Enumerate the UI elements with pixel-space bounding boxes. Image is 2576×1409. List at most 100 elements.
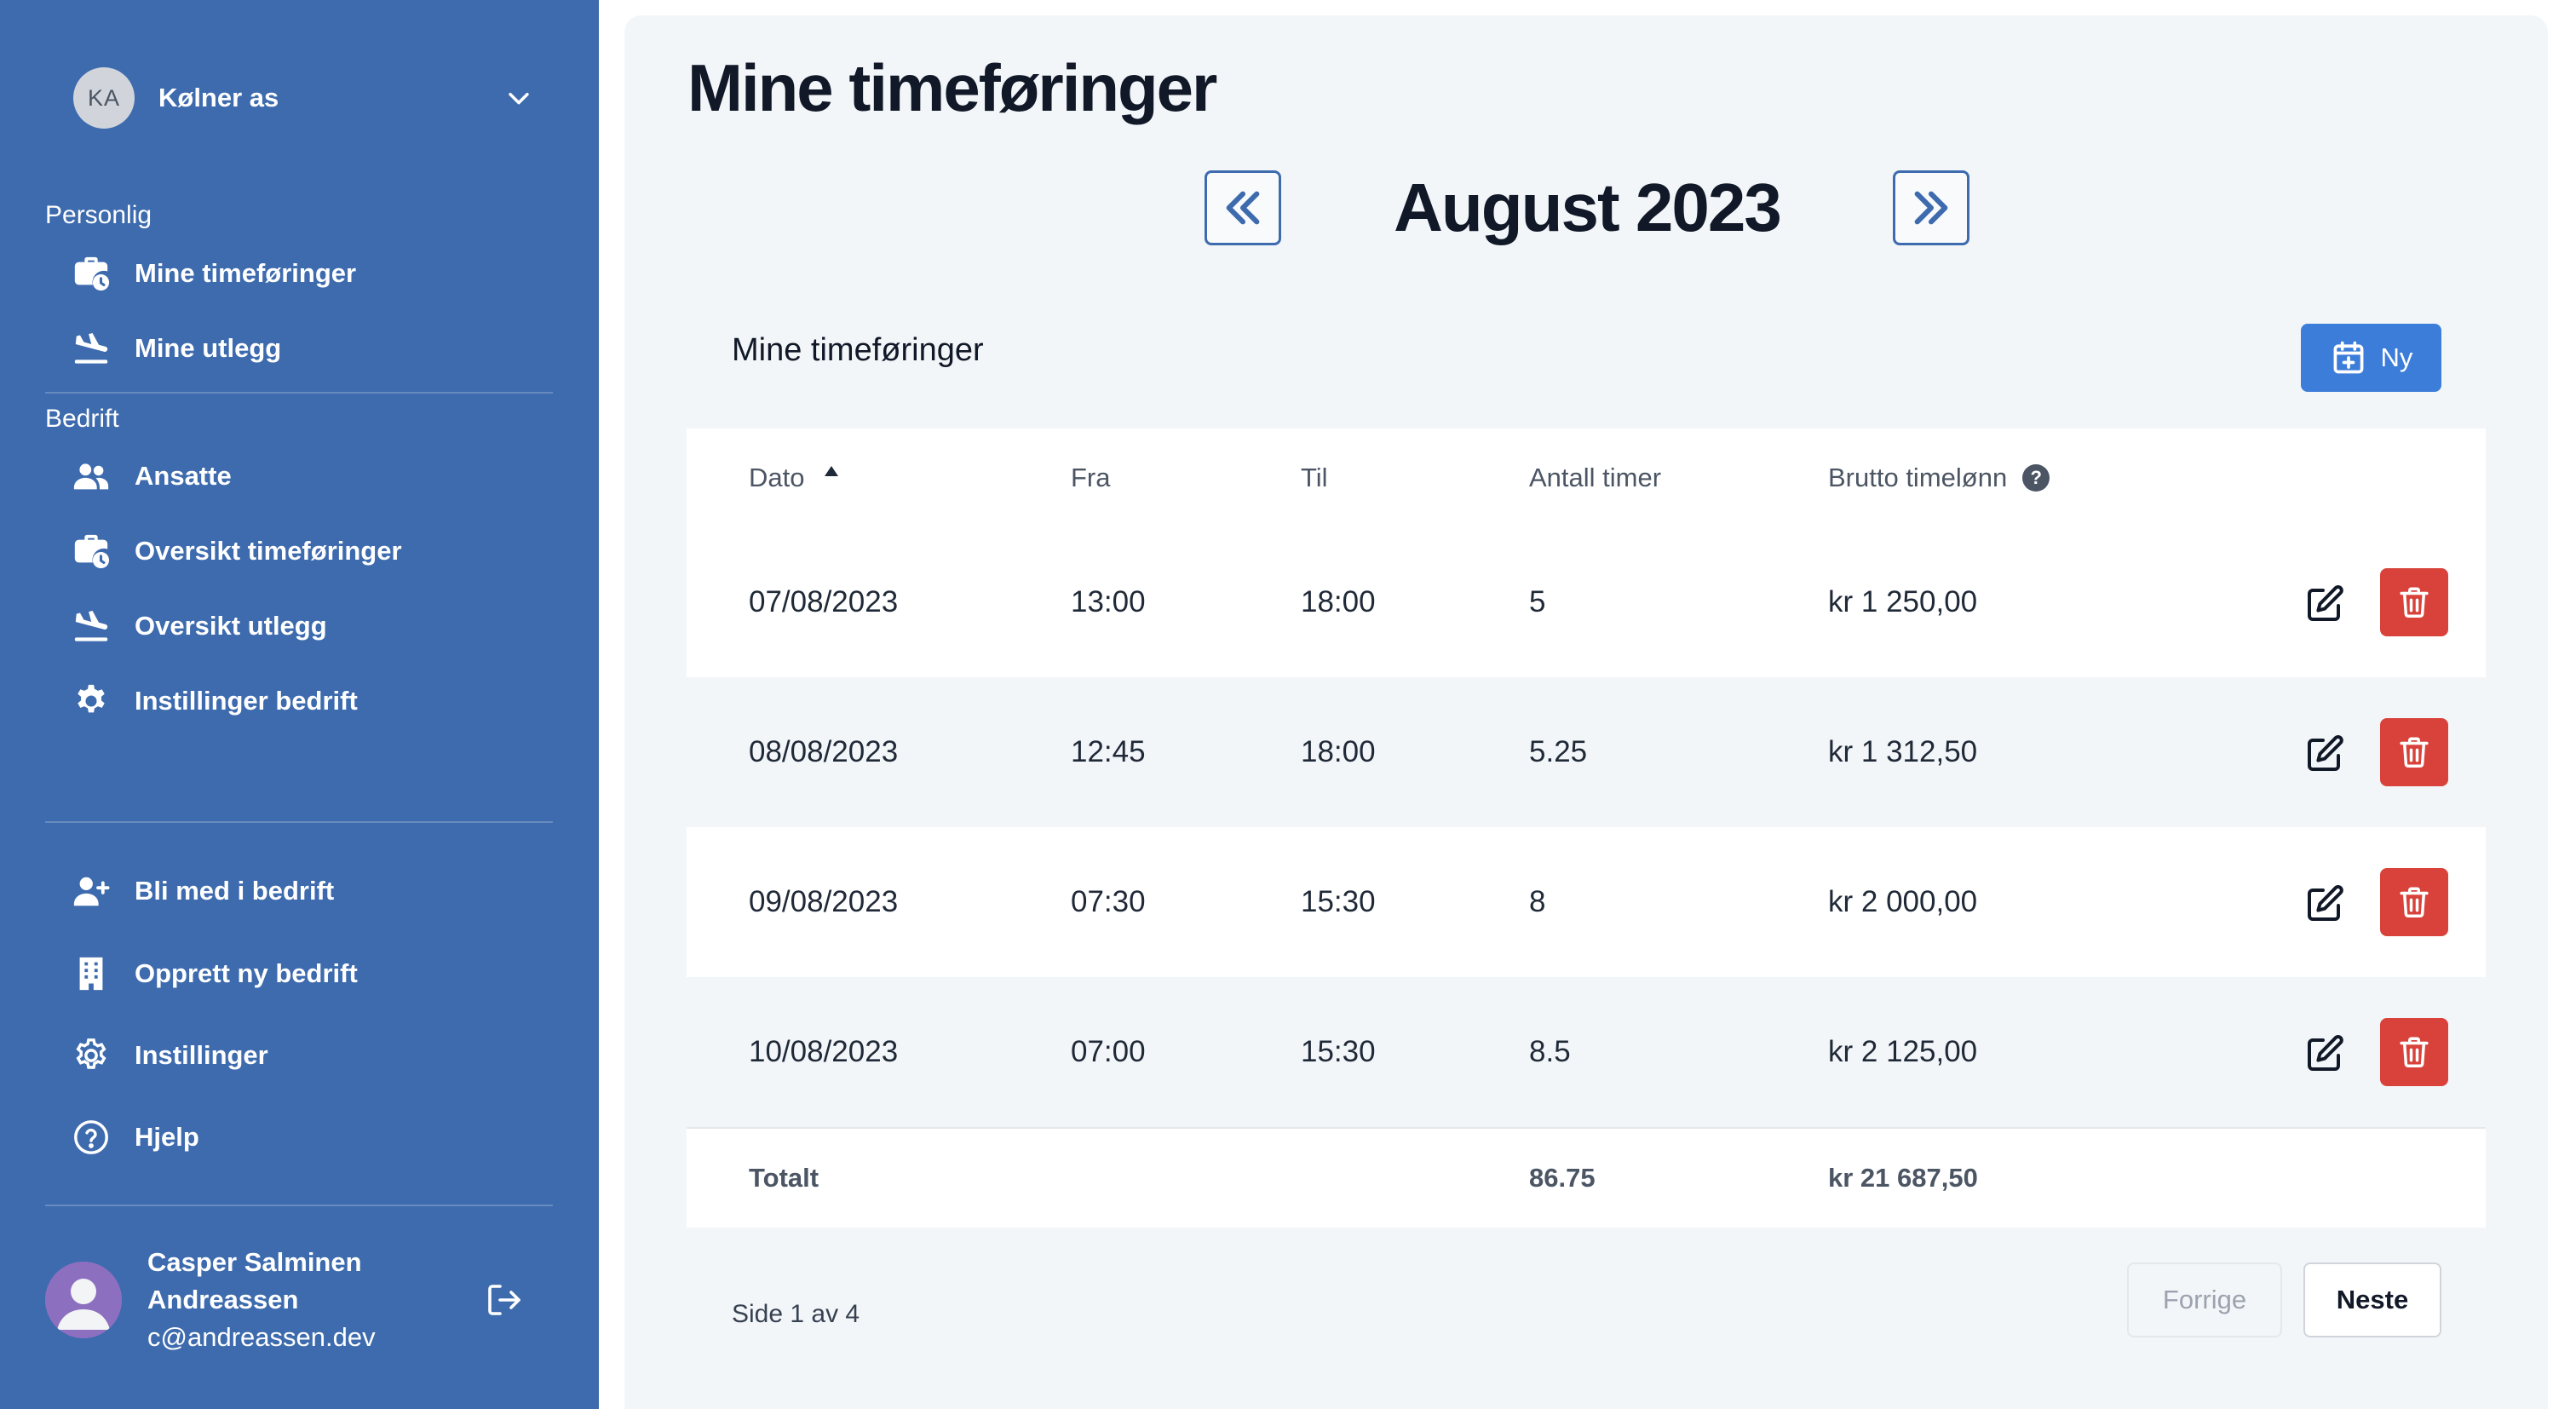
sidebar-item-employees[interactable]: Ansatte	[70, 446, 547, 506]
sidebar: KA Kølner as Personlig Mine timeføringer…	[0, 0, 599, 1409]
sidebar-item-label: Oversikt utlegg	[135, 611, 327, 641]
cell-date: 10/08/2023	[749, 1035, 899, 1068]
cell-from: 12:45	[1071, 735, 1146, 768]
cell-to: 15:30	[1301, 1035, 1376, 1068]
sidebar-item-label: Mine timeføringer	[135, 258, 357, 288]
sidebar-divider	[45, 821, 553, 823]
pagination-text: Side 1 av 4	[732, 1300, 860, 1328]
timesheet-table: Dato Fra Til Antall timer Brutto timeløn…	[687, 428, 2486, 1228]
sidebar-item-my-timesheets[interactable]: Mine timeføringer	[70, 244, 547, 303]
sidebar-item-label: Instillinger	[135, 1040, 268, 1070]
delete-button[interactable]	[2380, 1018, 2448, 1086]
sidebar-item-create-company[interactable]: Opprett ny bedrift	[70, 944, 547, 1004]
cell-pay: kr 2 125,00	[1828, 1035, 1978, 1068]
help-icon[interactable]: ?	[2022, 464, 2050, 492]
sidebar-item-label: Opprett ny bedrift	[135, 958, 358, 988]
user-name: Casper Salminen Andreassen	[147, 1247, 362, 1314]
edit-button[interactable]	[2299, 1028, 2350, 1079]
cell-hours: 5.25	[1529, 735, 1588, 768]
delete-button[interactable]	[2380, 868, 2448, 936]
org-switcher[interactable]: KA Kølner as	[73, 66, 533, 129]
table-row: 07/08/2023 13:00 18:00 5 kr 1 250,00	[687, 527, 2486, 677]
column-header-label: Dato	[749, 463, 805, 492]
chevrons-right-icon	[1907, 184, 1955, 232]
column-header-to: Til	[1301, 463, 1328, 492]
column-header-from: Fra	[1071, 463, 1111, 492]
gear-icon	[70, 680, 112, 722]
edit-button[interactable]	[2299, 578, 2350, 630]
previous-month-button[interactable]	[1205, 170, 1281, 245]
sidebar-item-company-settings[interactable]: Instillinger bedrift	[70, 671, 547, 731]
cell-hours: 8.5	[1529, 1035, 1571, 1068]
plane-landing-icon	[70, 327, 112, 370]
next-month-button[interactable]	[1893, 170, 1969, 245]
cell-date: 07/08/2023	[749, 585, 899, 618]
user-email: c@andreassen.dev	[147, 1322, 376, 1352]
edit-button[interactable]	[2299, 728, 2350, 779]
sidebar-item-label: Instillinger bedrift	[135, 686, 358, 716]
main-content: Mine timeføringer August 2023 Mine timef…	[624, 15, 2548, 1409]
column-header-hours: Antall timer	[1529, 463, 1662, 492]
new-entry-button[interactable]: Ny	[2301, 324, 2441, 392]
table-row: 09/08/2023 07:30 15:30 8 kr 2 000,00	[687, 827, 2486, 977]
cell-pay: kr 2 000,00	[1828, 885, 1978, 918]
org-name: Kølner as	[158, 83, 279, 112]
edit-icon	[2308, 885, 2343, 921]
table-header: Dato Fra Til Antall timer Brutto timeløn…	[687, 428, 2486, 527]
sidebar-divider	[45, 1205, 553, 1206]
avatar[interactable]	[45, 1262, 122, 1338]
gear-outline-icon	[70, 1034, 112, 1077]
sidebar-item-expense-overview[interactable]: Oversikt utlegg	[70, 596, 547, 656]
logout-button[interactable]	[480, 1276, 527, 1324]
user-profile: Casper Salminen Andreassen c@andreassen.…	[45, 1247, 556, 1352]
user-plus-icon	[70, 870, 112, 912]
chevrons-left-icon	[1219, 184, 1267, 232]
total-hours: 86.75	[1529, 1163, 1596, 1193]
previous-page-button[interactable]: Forrige	[2127, 1262, 2282, 1337]
trash-icon	[2400, 887, 2429, 918]
sort-ascending-icon	[825, 466, 839, 476]
sidebar-item-help[interactable]: Hjelp	[70, 1107, 547, 1167]
briefcase-clock-icon	[70, 530, 112, 572]
sidebar-item-label: Bli med i bedrift	[135, 876, 335, 906]
sidebar-item-my-expenses[interactable]: Mine utlegg	[70, 319, 547, 378]
question-circle-icon	[70, 1116, 112, 1159]
card-title: Mine timeføringer	[732, 332, 984, 368]
page-title: Mine timeføringer	[687, 50, 1217, 125]
table-row: 10/08/2023 07:00 15:30 8.5 kr 2 125,00	[687, 977, 2486, 1127]
cell-date: 08/08/2023	[749, 735, 899, 768]
plane-landing-icon	[70, 605, 112, 647]
delete-button[interactable]	[2380, 718, 2448, 786]
sidebar-item-label: Oversikt timeføringer	[135, 536, 402, 566]
users-icon	[70, 455, 112, 497]
sidebar-item-join-company[interactable]: Bli med i bedrift	[70, 861, 547, 921]
delete-button[interactable]	[2380, 568, 2448, 636]
edit-button[interactable]	[2299, 878, 2350, 929]
trash-icon	[2400, 1037, 2429, 1068]
next-page-button[interactable]: Neste	[2303, 1262, 2441, 1337]
total-label: Totalt	[749, 1163, 819, 1193]
calendar-plus-icon	[2333, 341, 2363, 374]
cell-pay: kr 1 250,00	[1828, 585, 1978, 618]
sidebar-divider	[45, 392, 553, 394]
sidebar-item-label: Ansatte	[135, 461, 232, 491]
sidebar-item-settings[interactable]: Instillinger	[70, 1026, 547, 1085]
edit-icon	[2308, 735, 2343, 771]
cell-hours: 5	[1529, 585, 1546, 618]
column-header-date[interactable]: Dato	[749, 428, 840, 527]
new-entry-label: Ny	[2380, 342, 2413, 372]
cell-from: 07:30	[1071, 885, 1146, 918]
edit-icon	[2308, 1035, 2343, 1071]
trash-icon	[2400, 737, 2429, 768]
sidebar-item-timesheet-overview[interactable]: Oversikt timeføringer	[70, 521, 547, 581]
cell-pay: kr 1 312,50	[1828, 735, 1978, 768]
month-label: August 2023	[1394, 170, 1782, 245]
briefcase-clock-icon	[70, 252, 112, 295]
total-pay: kr 21 687,50	[1828, 1163, 1978, 1193]
cell-to: 18:00	[1301, 735, 1376, 768]
section-title-personal: Personlig	[45, 201, 152, 229]
cell-hours: 8	[1529, 885, 1546, 918]
cell-from: 07:00	[1071, 1035, 1146, 1068]
table-row: 08/08/2023 12:45 18:00 5.25 kr 1 312,50	[687, 677, 2486, 827]
cell-to: 15:30	[1301, 885, 1376, 918]
